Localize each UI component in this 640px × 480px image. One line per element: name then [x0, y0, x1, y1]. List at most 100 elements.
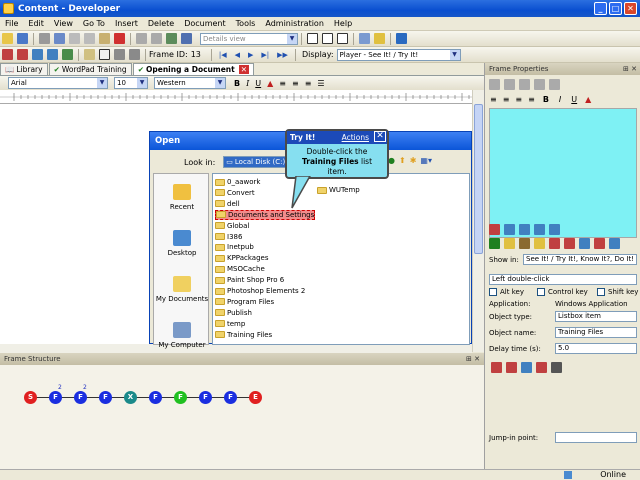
list-item[interactable]: Inetpub [215, 242, 254, 252]
new-icon[interactable] [2, 33, 13, 44]
underline-icon[interactable]: U [255, 79, 261, 88]
script-combo[interactable]: Western ▼ [154, 77, 226, 89]
menu-document[interactable]: Document [179, 17, 230, 31]
zoom-icon[interactable] [129, 49, 140, 60]
horizontal-scrollbar[interactable] [0, 344, 472, 353]
close-button[interactable]: ✕ [624, 2, 637, 15]
help-icon[interactable] [396, 33, 407, 44]
first-frame-icon[interactable]: |◀ [219, 51, 227, 59]
package-icon[interactable] [374, 33, 385, 44]
action-icon[interactable] [521, 361, 532, 373]
frame-node[interactable]: F [199, 391, 212, 404]
layout-icon-2[interactable] [322, 33, 333, 44]
undo-icon[interactable] [136, 33, 147, 44]
tab-library[interactable]: 📖 Library [0, 63, 48, 75]
tool-icon[interactable] [489, 237, 500, 249]
list-item[interactable]: Training Files [215, 330, 272, 340]
list-item[interactable]: Paint Shop Pro 6 [215, 275, 284, 285]
align-right-icon[interactable]: ≡ [305, 79, 312, 88]
screen-icon[interactable] [114, 49, 125, 60]
list-item[interactable]: 0_aawork [215, 177, 260, 187]
tool-icon[interactable] [519, 223, 530, 235]
tool-icon[interactable] [504, 237, 515, 249]
list-item[interactable]: Global [215, 221, 249, 231]
list-item[interactable]: temp [215, 319, 245, 329]
maximize-button[interactable]: □ [609, 2, 622, 15]
color-icon[interactable]: ▲ [585, 95, 591, 104]
place-desktop[interactable]: Desktop [154, 220, 210, 266]
outline-icon[interactable] [181, 33, 192, 44]
select-icon[interactable] [99, 49, 110, 60]
list-item[interactable]: MSOCache [215, 264, 265, 274]
action-icon[interactable] [506, 361, 517, 373]
frame-node[interactable]: F [99, 391, 112, 404]
menu-delete[interactable]: Delete [143, 17, 179, 31]
print-icon[interactable] [39, 33, 50, 44]
list-item[interactable]: I386 [215, 232, 242, 242]
paste-icon[interactable] [99, 33, 110, 44]
minimize-button[interactable]: _ [594, 2, 607, 15]
list-item[interactable]: KPPackages [215, 253, 268, 263]
jump-in-field[interactable] [555, 432, 637, 443]
place-my-computer[interactable]: My Computer [154, 312, 210, 358]
list-item[interactable]: WUTemp [317, 185, 360, 195]
font-combo[interactable]: Arial ▼ [8, 77, 108, 89]
copy-icon[interactable] [84, 33, 95, 44]
object-type-combo[interactable]: Listbox item [555, 311, 637, 322]
frame-node[interactable]: F [224, 391, 237, 404]
list-item[interactable]: Program Files [215, 297, 274, 307]
tool-icon[interactable] [534, 237, 545, 249]
frame-node[interactable]: F [149, 391, 162, 404]
object-name-field[interactable]: Training Files [555, 327, 637, 338]
place-recent[interactable]: Recent [154, 174, 210, 220]
actions-link[interactable]: Actions [342, 133, 369, 142]
shift-key-checkbox[interactable]: Shift key [597, 288, 638, 296]
menu-file[interactable]: File [0, 17, 23, 31]
align-center-icon[interactable]: ≡ [503, 95, 510, 104]
cut-icon[interactable] [489, 78, 500, 90]
copy-icon[interactable] [504, 78, 515, 90]
menu-edit[interactable]: Edit [23, 17, 49, 31]
tool-icon[interactable] [549, 223, 560, 235]
frame-node[interactable]: X [124, 391, 137, 404]
paste-icon[interactable] [519, 78, 530, 90]
menu-goto[interactable]: Go To [78, 17, 110, 31]
list-item[interactable]: Convert [215, 188, 255, 198]
color-icon[interactable]: ▲ [267, 79, 273, 88]
align-left-icon[interactable]: ≡ [490, 95, 497, 104]
justify-icon[interactable]: ≡ [528, 95, 535, 104]
vertical-scrollbar[interactable] [472, 90, 484, 352]
close-tab-icon[interactable]: ✕ [238, 65, 250, 74]
tool-icon[interactable] [564, 237, 575, 249]
align-left-icon[interactable]: ≡ [279, 79, 286, 88]
menu-help[interactable]: Help [329, 17, 357, 31]
layout-icon-1[interactable] [307, 33, 318, 44]
frame-node[interactable]: F [74, 391, 87, 404]
play-icon[interactable]: ▶▶ [277, 51, 288, 59]
branch-icon[interactable] [47, 49, 58, 60]
up-folder-icon[interactable]: ⬆ [399, 156, 406, 165]
display-combo[interactable]: Player - See It! / Try It! ▼ [336, 48, 461, 61]
tool-icon[interactable] [579, 237, 590, 249]
layout-icon-3[interactable] [337, 33, 348, 44]
list-item[interactable]: Photoshop Elements 2 [215, 286, 305, 296]
tab-opening-a-document[interactable]: ✔ Opening a Document ✕ [132, 63, 255, 75]
bold-icon[interactable]: B [543, 95, 549, 104]
view-combo[interactable]: Details view ▼ [200, 32, 298, 45]
action-icon[interactable] [551, 361, 562, 373]
add-action-icon[interactable] [17, 49, 28, 60]
delete-icon[interactable] [114, 33, 125, 44]
alt-key-checkbox[interactable]: Alt key [489, 288, 524, 296]
tool-icon[interactable] [534, 223, 545, 235]
align-right-icon[interactable]: ≡ [515, 95, 522, 104]
next-frame-icon[interactable]: ▶ [248, 51, 253, 59]
frame-node[interactable]: E [249, 391, 262, 404]
bold-icon[interactable]: B [234, 79, 240, 88]
action-icon[interactable] [536, 361, 547, 373]
list-item[interactable]: dell [215, 199, 240, 209]
decision-icon[interactable] [32, 49, 43, 60]
menu-view[interactable]: View [49, 17, 78, 31]
place-my-documents[interactable]: My Documents [154, 266, 210, 312]
tab-wordpad-training[interactable]: ✔ WordPad Training [48, 63, 132, 75]
publish-icon[interactable] [359, 33, 370, 44]
